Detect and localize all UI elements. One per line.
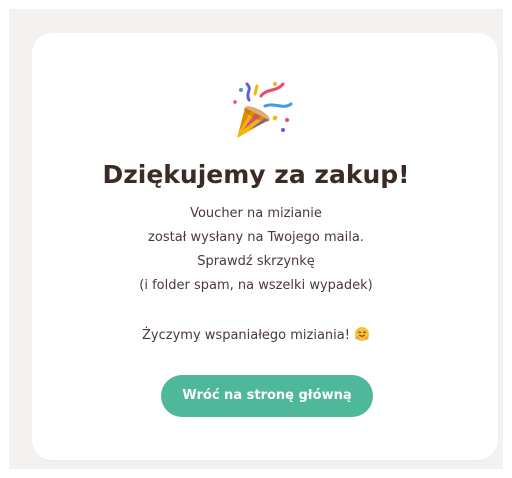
wish-line: Życzymy wspaniałego miziania! bbox=[0, 326, 512, 343]
thank-you-title: Dziękujemy za zakup! bbox=[102, 160, 410, 189]
message-line-3: Sprawdź skrzynkę bbox=[197, 254, 315, 269]
message-line-4: (i folder spam, na wszelki wypadek) bbox=[139, 278, 373, 293]
wish-text: Życzymy wspaniałego miziania! bbox=[142, 328, 350, 343]
back-to-home-button[interactable]: Wróć na stronę główną bbox=[161, 375, 373, 417]
party-popper-icon bbox=[233, 82, 293, 138]
message-line-2: został wysłany na Twojego maila. bbox=[148, 230, 364, 245]
hugging-face-icon bbox=[354, 327, 369, 341]
message-line-1: Voucher na mizianie bbox=[190, 206, 322, 221]
